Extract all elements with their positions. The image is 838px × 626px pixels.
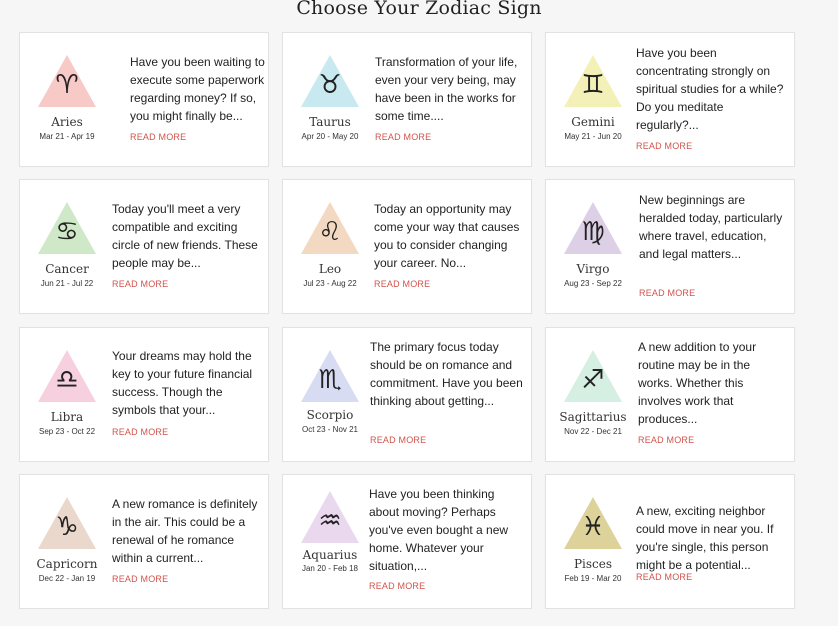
zodiac-card-aquarius[interactable]: ♒ Aquarius Jan 20 - Feb 18 Have you been th… [282, 474, 532, 609]
svg-text:♒: ♒ [318, 506, 341, 536]
sign-name: Scorpio [306, 408, 354, 422]
sign-column: ♌ Leo Jul 23 - Aug 22 [291, 180, 367, 313]
sign-column: ♎ Libra Sep 23 - Oct 22 [28, 328, 104, 461]
sign-column: ♍ Virgo Aug 23 - Sep 22 [554, 180, 630, 313]
cancer-icon[interactable]: ♋ [36, 200, 98, 254]
sign-dates: Dec 22 - Jan 19 [38, 574, 96, 583]
sign-column: ♊ Gemini May 21 - Jun 20 [554, 33, 630, 166]
svg-text:♐: ♐ [581, 365, 604, 395]
svg-text:♋: ♋ [55, 217, 78, 247]
sign-dates: Jun 21 - Jul 22 [40, 279, 94, 288]
sign-name: Taurus [309, 115, 351, 129]
zodiac-card-virgo[interactable]: ♍ Virgo Aug 23 - Sep 22 New beginnings are … [545, 179, 795, 314]
sign-dates: Oct 23 - Nov 21 [301, 425, 359, 434]
capricorn-icon[interactable]: ♑ [36, 495, 98, 549]
zodiac-card-libra[interactable]: ♎ Libra Sep 23 - Oct 22 Your dreams may hol… [19, 327, 269, 462]
zodiac-card-sagittarius[interactable]: ♐ Sagittarius Nov 22 - Dec 21 A new additio… [545, 327, 795, 462]
read-more-link[interactable]: READ MORE [374, 279, 430, 289]
zodiac-card-leo[interactable]: ♌ Leo Jul 23 - Aug 22 Today an opportunity … [282, 179, 532, 314]
sign-dates: May 21 - Jun 20 [564, 132, 622, 141]
sign-dates: Jan 20 - Feb 18 [301, 564, 359, 573]
sign-dates: Nov 22 - Dec 21 [564, 427, 622, 436]
read-more-link[interactable]: READ MORE [130, 132, 186, 142]
read-more-link[interactable]: READ MORE [112, 574, 168, 584]
svg-text:♈: ♈ [55, 70, 78, 100]
sign-dates: Jul 23 - Aug 22 [303, 279, 357, 288]
read-more-link[interactable]: READ MORE [369, 581, 425, 591]
zodiac-card-pisces[interactable]: ♓ Pisces Feb 19 - Mar 20 A new, exciting ne… [545, 474, 795, 609]
horoscope-excerpt: A new addition to your routine may be in… [638, 340, 757, 426]
horoscope-excerpt: Have you been concentrating strongly on … [636, 46, 784, 132]
horoscope-excerpt: Have you been waiting to execute some pa… [130, 55, 265, 123]
read-more-link[interactable]: READ MORE [112, 427, 168, 437]
horoscope-excerpt: Today you'll meet a very compatible and … [112, 202, 258, 270]
svg-text:♑: ♑ [55, 512, 78, 542]
sign-column: ♈ Aries Mar 21 - Apr 19 [28, 33, 104, 166]
horoscope-excerpt: A new, exciting neighbor could move in n… [636, 504, 774, 572]
sign-dates: Aug 23 - Sep 22 [564, 279, 622, 288]
zodiac-card-capricorn[interactable]: ♑ Capricorn Dec 22 - Jan 19 A new romance i… [19, 474, 269, 609]
sign-name: Sagittarius [559, 410, 627, 424]
read-more-link[interactable]: READ MORE [636, 572, 692, 582]
zodiac-card-gemini[interactable]: ♊ Gemini May 21 - Jun 20 Have you been conc… [545, 32, 795, 167]
sign-column: ♉ Taurus Apr 20 - May 20 [291, 33, 367, 166]
horoscope-excerpt: New beginnings are heralded today, parti… [639, 193, 783, 261]
sign-name: Capricorn [36, 557, 98, 571]
pisces-icon[interactable]: ♓ [562, 495, 624, 549]
zodiac-card-aries[interactable]: ♈ Aries Mar 21 - Apr 19 Have you been waiti… [19, 32, 269, 167]
page-title: Choose Your Zodiac Sign [296, 0, 542, 19]
horoscope-excerpt: The primary focus today should be on rom… [370, 340, 523, 408]
scorpio-icon[interactable]: ♏ [299, 348, 361, 402]
svg-text:♌: ♌ [318, 217, 341, 247]
sign-name: Pisces [573, 557, 613, 571]
horoscope-excerpt: Have you been thinking about moving? Per… [369, 487, 509, 573]
svg-text:♍: ♍ [581, 217, 604, 247]
horoscope-excerpt: Transformation of your life, even your v… [375, 55, 518, 123]
leo-icon[interactable]: ♌ [299, 200, 361, 254]
sign-column: ♐ Sagittarius Nov 22 - Dec 21 [554, 328, 630, 461]
read-more-link[interactable]: READ MORE [638, 435, 694, 445]
read-more-link[interactable]: READ MORE [639, 288, 695, 298]
sagittarius-icon[interactable]: ♐ [562, 348, 624, 402]
sign-name: Aquarius [302, 548, 358, 562]
gemini-icon[interactable]: ♊ [562, 53, 624, 107]
zodiac-card-taurus[interactable]: ♉ Taurus Apr 20 - May 20 Transformation of … [282, 32, 532, 167]
sign-column: ♓ Pisces Feb 19 - Mar 20 [554, 475, 630, 608]
sign-name: Aries [51, 115, 83, 129]
sign-name: Libra [50, 410, 84, 424]
sign-dates: Mar 21 - Apr 19 [39, 132, 95, 141]
sign-column: ♒ Aquarius Jan 20 - Feb 18 [291, 475, 367, 608]
sign-dates: Sep 23 - Oct 22 [38, 427, 96, 436]
svg-text:♓: ♓ [581, 512, 604, 542]
read-more-link[interactable]: READ MORE [636, 141, 692, 151]
sign-name: Gemini [571, 115, 615, 129]
read-more-link[interactable]: READ MORE [112, 279, 168, 289]
sign-name: Virgo [576, 262, 610, 276]
aries-icon[interactable]: ♈ [36, 53, 98, 107]
taurus-icon[interactable]: ♉ [299, 53, 361, 107]
sign-column: ♏ Scorpio Oct 23 - Nov 21 [291, 328, 367, 461]
sign-column: ♑ Capricorn Dec 22 - Jan 19 [28, 475, 104, 608]
sign-column: ♋ Cancer Jun 21 - Jul 22 [28, 180, 104, 313]
sign-name: Leo [318, 262, 342, 276]
svg-text:♊: ♊ [581, 70, 604, 100]
libra-icon[interactable]: ♎ [36, 348, 98, 402]
read-more-link[interactable]: READ MORE [370, 435, 426, 445]
sign-name: Cancer [45, 262, 89, 276]
horoscope-excerpt: Your dreams may hold the key to your fut… [112, 349, 253, 417]
read-more-link[interactable]: READ MORE [375, 132, 431, 142]
zodiac-card-scorpio[interactable]: ♏ Scorpio Oct 23 - Nov 21 The primary focus… [282, 327, 532, 462]
sign-dates: Feb 19 - Mar 20 [564, 574, 622, 583]
svg-text:♉: ♉ [318, 70, 341, 100]
svg-text:♎: ♎ [55, 365, 78, 395]
aquarius-icon[interactable]: ♒ [299, 489, 361, 543]
horoscope-excerpt: A new romance is definitely in the air. … [112, 497, 258, 565]
horoscope-excerpt: Today an opportunity may come your way t… [374, 202, 520, 270]
virgo-icon[interactable]: ♍ [562, 200, 624, 254]
zodiac-card-cancer[interactable]: ♋ Cancer Jun 21 - Jul 22 Today you'll meet … [19, 179, 269, 314]
svg-text:♏: ♏ [318, 365, 341, 395]
sign-dates: Apr 20 - May 20 [301, 132, 359, 141]
